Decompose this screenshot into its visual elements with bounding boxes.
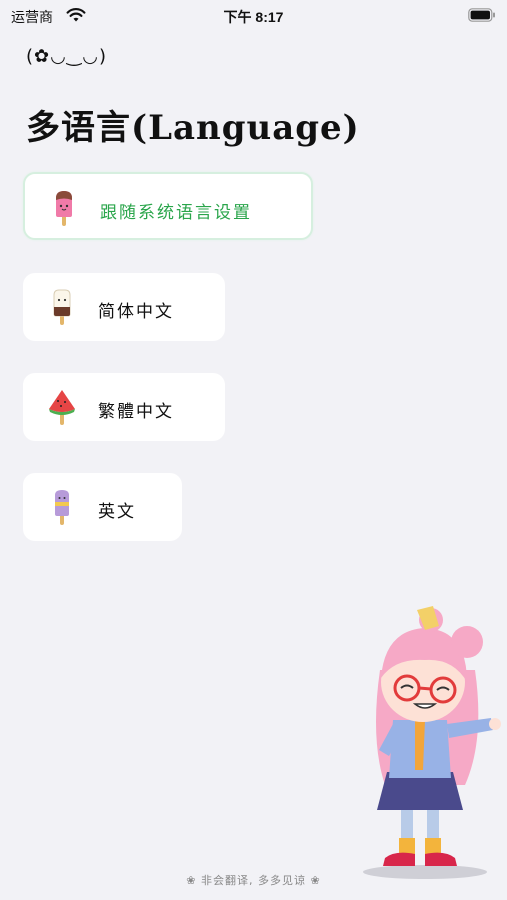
kaomoji: (✿◡‿◡) — [26, 46, 108, 67]
option-label: 简体中文 — [98, 302, 174, 322]
option-traditional-chinese[interactable]: 繁體中文 — [23, 373, 225, 441]
option-simplified-chinese[interactable]: 简体中文 — [23, 273, 225, 341]
pink-popsicle-icon — [56, 191, 72, 226]
vanilla-chocolate-popsicle-icon — [53, 289, 71, 325]
mascot-illustration — [363, 606, 501, 879]
option-english[interactable]: 英文 — [23, 473, 182, 541]
purple-popsicle-icon — [55, 490, 69, 525]
option-label: 跟随系统语言设置 — [100, 203, 252, 223]
option-follow-system[interactable]: 跟随系统语言设置 — [23, 172, 313, 240]
watermelon-popsicle-icon — [49, 390, 75, 425]
battery-icon — [468, 8, 495, 22]
option-label: 繁體中文 — [98, 402, 174, 422]
page-title: 多语言(Language) — [26, 108, 360, 148]
clock: 下午 8:17 — [223, 9, 284, 25]
footer-note: ❀ 非会翻译, 多多见谅 ❀ — [186, 874, 321, 887]
option-label: 英文 — [98, 502, 136, 522]
status-bar: 运营商 下午 8:17 — [0, 0, 507, 32]
